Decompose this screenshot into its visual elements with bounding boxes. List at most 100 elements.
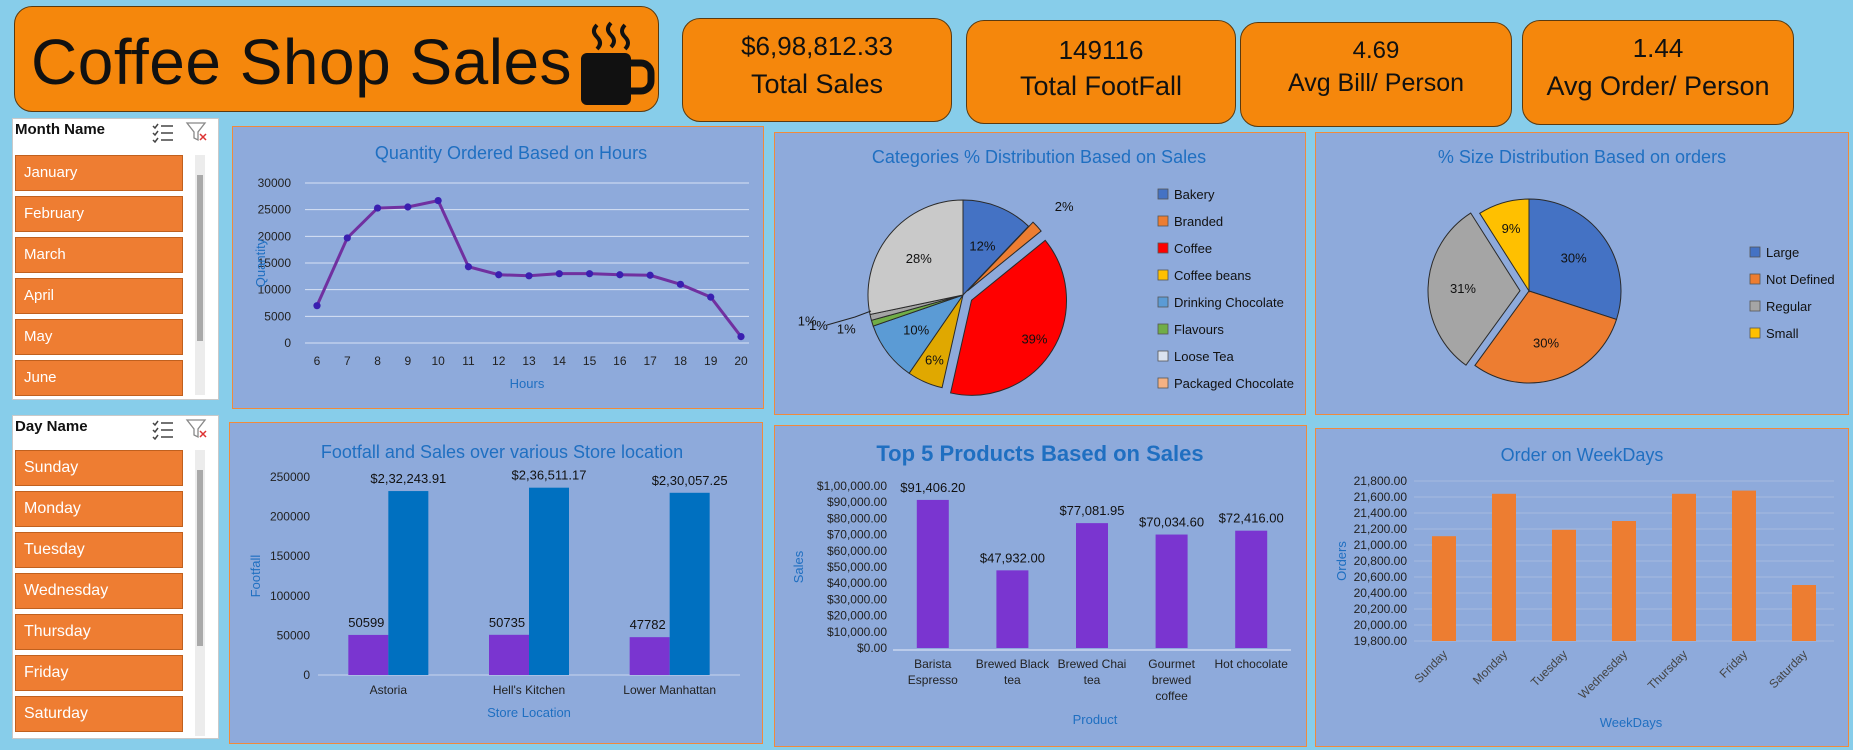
chart-title: Footfall and Sales over various Store lo…	[321, 442, 683, 462]
slicer-item-april[interactable]: April	[15, 278, 183, 314]
kpi-avg-bill: 4.69 Avg Bill/ Person	[1240, 22, 1512, 127]
day-slicer-header: Day Name	[15, 418, 88, 435]
slicer-item-may[interactable]: May	[15, 319, 183, 355]
slicer-item-january[interactable]: January	[15, 155, 183, 191]
y-axis-title: Quantity	[253, 238, 268, 287]
clear-filter-icon[interactable]	[185, 418, 209, 440]
x-tick-label: Friday	[1717, 647, 1750, 680]
slice-label: 6%	[925, 352, 944, 367]
x-tick-label: coffee	[1155, 689, 1188, 703]
kpi-value: 149116	[1058, 35, 1144, 65]
legend-swatch	[1157, 296, 1169, 308]
kpi-total-sales: $6,98,812.33 Total Sales	[682, 18, 952, 122]
slicer-item-monday[interactable]: Monday	[15, 491, 183, 527]
x-tick-label: 17	[643, 354, 657, 368]
category-pie-chart-panel: Categories % Distribution Based on Sales…	[774, 132, 1306, 415]
multi-select-icon[interactable]	[151, 418, 175, 440]
kpi-value: 1.44	[1632, 33, 1684, 63]
x-tick-label: 9	[405, 354, 412, 368]
legend-swatch	[1749, 327, 1761, 339]
x-tick-label: brewed	[1152, 673, 1191, 687]
slicer-item-june[interactable]: June	[15, 360, 183, 396]
y-tick-label: 5000	[264, 309, 291, 323]
legend-label: Regular	[1766, 299, 1812, 314]
legend-swatch	[1749, 246, 1761, 258]
data-point	[555, 270, 563, 278]
data-label: 50735	[489, 615, 525, 630]
slicer-item-thursday[interactable]: Thursday	[15, 614, 183, 650]
y-tick-label: 50000	[277, 628, 311, 642]
day-slicer-scrollbar[interactable]	[195, 450, 205, 736]
clear-filter-icon[interactable]	[185, 121, 209, 143]
scrollbar-thumb[interactable]	[197, 175, 203, 341]
x-axis-title: Product	[1073, 712, 1118, 727]
y-tick-label: $60,000.00	[827, 544, 887, 558]
y-tick-label: 0	[284, 336, 291, 350]
coffee-mug-icon	[581, 21, 655, 105]
x-tick-label: 12	[492, 354, 506, 368]
x-tick-label: Barista	[914, 657, 952, 671]
x-tick-label: Monday	[1470, 647, 1510, 687]
legend-swatch	[1157, 215, 1169, 227]
data-point	[616, 271, 624, 279]
y-tick-label: 19,800.00	[1354, 634, 1408, 648]
y-tick-label: 21,600.00	[1354, 490, 1408, 504]
data-label: 47782	[630, 617, 666, 632]
bar	[1432, 536, 1456, 641]
y-tick-label: 200000	[270, 510, 310, 524]
chart-title: Categories % Distribution Based on Sales	[872, 147, 1206, 167]
y-tick-label: $40,000.00	[827, 576, 887, 590]
y-tick-label: 20,200.00	[1354, 602, 1408, 616]
slice-label: 1%	[809, 318, 828, 333]
slicer-item-wednesday[interactable]: Wednesday	[15, 573, 183, 609]
slicer-item-sunday[interactable]: Sunday	[15, 450, 183, 486]
legend-swatch	[1157, 323, 1169, 335]
store-location-bar-chart: Footfall and Sales over various Store lo…	[248, 442, 740, 720]
slice-label: 1%	[837, 321, 856, 336]
legend-label: Coffee beans	[1174, 268, 1252, 283]
y-tick-label: $20,000.00	[827, 609, 887, 623]
month-slicer: Month Name January February March April …	[12, 118, 219, 400]
y-tick-label: $1,00,000.00	[817, 479, 887, 493]
size-pie-chart: % Size Distribution Based on orders 30% 30…	[1427, 147, 1835, 384]
data-label: $72,416.00	[1219, 511, 1284, 526]
y-tick-label: 30000	[258, 176, 292, 190]
month-slicer-header: Month Name	[15, 121, 105, 138]
y-tick-label: 250000	[270, 470, 310, 484]
slicer-item-march[interactable]: March	[15, 237, 183, 273]
data-label: $91,406.20	[900, 480, 965, 495]
slicer-item-tuesday[interactable]: Tuesday	[15, 532, 183, 568]
bar	[1492, 493, 1516, 641]
data-point	[313, 302, 321, 310]
bar	[1552, 529, 1576, 641]
month-slicer-scrollbar[interactable]	[195, 155, 205, 395]
x-tick-label: 18	[674, 354, 688, 368]
chart-title: Top 5 Products Based on Sales	[876, 441, 1203, 466]
x-tick-label: 7	[344, 354, 351, 368]
y-tick-label: 0	[303, 668, 310, 682]
x-tick-label: Brewed Black	[976, 657, 1050, 671]
bar	[1155, 534, 1188, 648]
day-slicer: Day Name Sunday Monday Tuesday Wednesday…	[12, 415, 219, 739]
kpi-label: Avg Bill/ Person	[1287, 69, 1464, 97]
x-tick-label: Tuesday	[1528, 647, 1570, 689]
data-label: $2,30,057.25	[652, 473, 728, 488]
bar	[1792, 585, 1816, 641]
top-products-chart-panel: Top 5 Products Based on Sales $0.00 $10,00…	[774, 425, 1307, 747]
data-label: $2,32,243.91	[370, 471, 446, 486]
x-tick-label: Gourmet	[1148, 657, 1195, 671]
scrollbar-thumb[interactable]	[197, 470, 203, 646]
bar	[348, 634, 389, 675]
y-tick-label: 21,000.00	[1354, 538, 1408, 552]
slicer-item-saturday[interactable]: Saturday	[15, 696, 183, 732]
data-point	[585, 270, 594, 278]
bar	[388, 491, 429, 675]
slicer-item-february[interactable]: February	[15, 196, 183, 232]
bar	[996, 570, 1029, 648]
x-tick-label: Saturday	[1766, 647, 1810, 691]
x-tick-label: 15	[583, 354, 597, 368]
legend-swatch	[1749, 300, 1761, 312]
multi-select-icon[interactable]	[151, 121, 175, 143]
slicer-item-friday[interactable]: Friday	[15, 655, 183, 691]
bar	[529, 487, 569, 675]
